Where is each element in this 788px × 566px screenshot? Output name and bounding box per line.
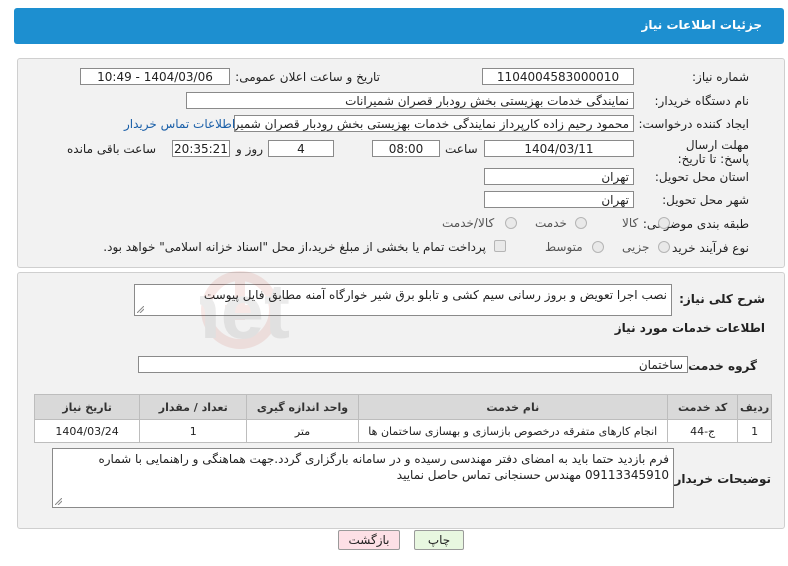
col-header-date: تاریخ نیاز [33, 394, 141, 420]
delivery-city-field[interactable]: تهران [484, 191, 634, 208]
page-header: جزئیات اطلاعات نیاز [14, 8, 784, 44]
description-textarea[interactable]: نصب اجرا تعویض و بروز رسانی سیم کشی و تا… [134, 284, 672, 316]
deadline-time-field[interactable]: 08:00 [372, 140, 440, 157]
description-label: شرح کلی نیاز: [679, 292, 765, 306]
resize-grip-icon[interactable] [55, 498, 62, 505]
col-header-row: ردیف [737, 394, 772, 420]
requester-field[interactable]: محمود رحیم زاده کارپرداز نمایندگی خدمات … [234, 115, 634, 132]
purchase-type-radio-medium[interactable] [592, 241, 604, 253]
need-number-field[interactable]: 1104004583000010 [482, 68, 634, 85]
delivery-province-label: استان محل تحویل: [654, 170, 749, 184]
col-header-code: کد خدمت [666, 394, 739, 420]
deadline-days-label: روز و [236, 142, 263, 156]
need-number-label: شماره نیاز: [692, 70, 749, 84]
resize-grip-icon[interactable] [137, 306, 144, 313]
deadline-days-field[interactable]: 4 [268, 140, 334, 157]
cell-row: 1 [737, 419, 772, 443]
services-table: ردیف کد خدمت نام خدمت واحد اندازه گیری ت… [33, 394, 772, 443]
cell-unit: متر [246, 419, 359, 443]
purchase-type-option-minor: جزیی [622, 240, 650, 254]
category-radio-goods-service[interactable] [505, 217, 517, 229]
back-button[interactable]: بازگشت [338, 530, 400, 550]
announce-datetime-label: تاریخ و ساعت اعلان عمومی: [235, 70, 380, 84]
cell-code: ج-44 [666, 419, 739, 443]
col-header-quantity: تعداد / مقدار [139, 394, 248, 420]
deadline-time-label: ساعت [445, 142, 478, 156]
category-radio-goods[interactable] [658, 217, 670, 229]
purchase-type-radio-minor[interactable] [658, 241, 670, 253]
remaining-time-field[interactable]: 20:35:21 [172, 140, 230, 157]
print-button[interactable]: چاپ [414, 530, 464, 550]
purchase-type-label: نوع فرآیند خرید : [664, 241, 749, 255]
col-header-name: نام خدمت [357, 394, 668, 420]
col-header-unit: واحد اندازه گیری [246, 394, 359, 420]
buyer-notes-text: فرم بازدید حتما باید به امضای دفتر مهندس… [98, 452, 669, 482]
buyer-notes-textarea[interactable]: فرم بازدید حتما باید به امضای دفتر مهندس… [52, 448, 674, 508]
deadline-label: مهلت ارسال پاسخ: تا تاریخ: [677, 138, 749, 166]
cell-quantity: 1 [139, 419, 248, 443]
service-group-label: گروه خدمت: [683, 359, 757, 373]
category-radio-service[interactable] [575, 217, 587, 229]
delivery-city-label: شهر محل تحویل: [662, 193, 749, 207]
cell-date: 1404/03/24 [33, 419, 141, 443]
buyer-contact-link[interactable]: اطلاعات تماس خریدار [124, 117, 235, 131]
services-table-header: ردیف کد خدمت نام خدمت واحد اندازه گیری ت… [33, 394, 772, 420]
treasury-bonds-checkbox[interactable] [494, 240, 506, 252]
deadline-date-field[interactable]: 1404/03/11 [484, 140, 634, 157]
need-details-page: جزئیات اطلاعات نیاز شماره نیاز: 11040045… [0, 0, 788, 566]
page-title: جزئیات اطلاعات نیاز [641, 18, 762, 32]
table-row[interactable]: 1 ج-44 انجام کارهای متفرقه درخصوص بازساز… [33, 419, 772, 443]
remaining-time-label: ساعت باقی مانده [67, 142, 157, 156]
cell-name: انجام کارهای متفرقه درخصوص بازسازی و بهس… [357, 419, 668, 443]
category-option-goods-service: کالا/خدمت [442, 216, 495, 230]
description-text: نصب اجرا تعویض و بروز رسانی سیم کشی و تا… [203, 288, 667, 302]
treasury-bonds-text: پرداخت تمام یا بخشی از مبلغ خرید،از محل … [103, 240, 486, 254]
requester-label: ایجاد کننده درخواست: [638, 117, 749, 131]
buyer-org-field[interactable]: نمایندگی خدمات بهزیستی بخش رودبار قصران … [186, 92, 634, 109]
announce-datetime-field[interactable]: 1404/03/06 - 10:49 [80, 68, 230, 85]
buyer-notes-label: توضیحات خریدار: [669, 472, 771, 486]
purchase-type-option-medium: متوسط [545, 240, 583, 254]
category-option-goods: کالا [622, 216, 639, 230]
category-option-service: خدمت [535, 216, 567, 230]
buyer-org-label: نام دستگاه خریدار: [654, 94, 750, 108]
service-group-field[interactable]: ساختمان [138, 356, 688, 373]
delivery-province-field[interactable]: تهران [484, 168, 634, 185]
services-section-title: اطلاعات خدمات مورد نیاز [614, 321, 765, 335]
